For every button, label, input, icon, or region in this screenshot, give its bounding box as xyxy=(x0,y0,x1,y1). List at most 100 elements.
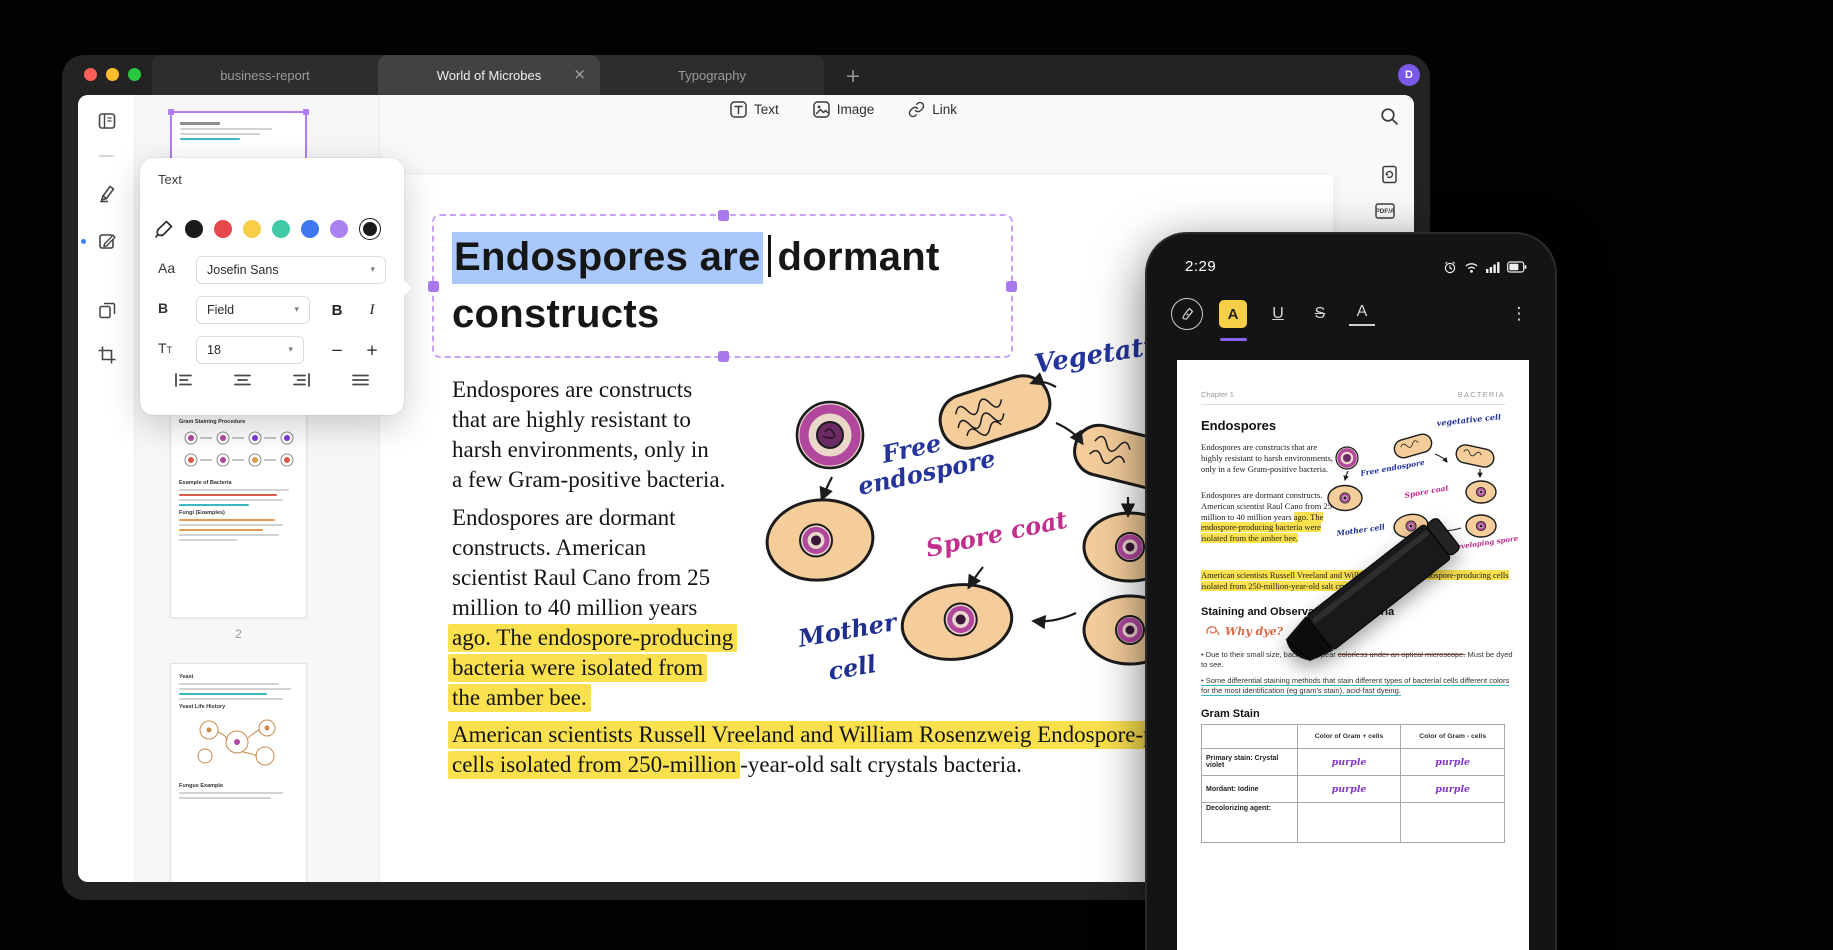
decrease-size-button[interactable]: − xyxy=(323,336,351,364)
body-line: that are highly resistant to xyxy=(452,407,691,432)
font-family-dropdown[interactable]: Josefin Sans ▾ xyxy=(196,256,386,284)
pen-tool-button[interactable] xyxy=(1171,298,1203,330)
color-swatch-blue[interactable] xyxy=(301,220,319,238)
body-line: million to 40 million years xyxy=(452,595,698,620)
thumb-title: Fungus Example xyxy=(179,783,224,789)
font-size-dropdown[interactable]: 18 ▾ xyxy=(196,336,304,364)
tab-typography[interactable]: Typography xyxy=(600,55,824,95)
phone-heading-staining: Staining and Observation of Bacteria xyxy=(1201,606,1395,618)
edit-pdf-button[interactable] xyxy=(95,229,119,253)
active-tool-indicator xyxy=(81,239,86,244)
organize-pages-button[interactable] xyxy=(95,298,119,322)
phone-mockup: 2:29 A U S A ⋮ Chapter 1 BACTERIA Endosp… xyxy=(1145,232,1557,950)
body-line: harsh environments, only in xyxy=(452,437,709,462)
thumbnail-preview-content: Gram Staining Procedure Example of Bacte… xyxy=(171,409,306,550)
yeast-mini-diagram xyxy=(197,719,276,766)
annotate-tool-button[interactable] xyxy=(95,181,119,205)
panel-title: Text xyxy=(158,172,182,187)
color-swatch-red[interactable] xyxy=(214,220,232,238)
size-row-label: TT xyxy=(158,340,173,356)
chevron-down-icon: ▾ xyxy=(370,265,375,275)
resize-handle-top[interactable] xyxy=(717,210,729,221)
label-cell: cell xyxy=(826,649,878,686)
tab-world-of-microbes[interactable]: World of Microbes × xyxy=(378,55,600,95)
table-cell-value: purple xyxy=(1400,748,1505,776)
font-family-row: Aa Josefin Sans ▾ xyxy=(140,256,404,284)
body-line: constructs. American xyxy=(452,535,647,560)
close-window-button[interactable] xyxy=(84,68,97,81)
zoom-window-button[interactable] xyxy=(128,68,141,81)
crop-tool-button[interactable] xyxy=(95,343,119,367)
document-title[interactable]: Endospores are dormant constructs xyxy=(452,229,940,343)
page-refresh-icon xyxy=(1382,165,1397,184)
close-icon[interactable]: × xyxy=(573,65,586,83)
underline-tool-button[interactable]: U xyxy=(1265,300,1291,328)
color-swatch-yellow[interactable] xyxy=(243,220,261,238)
resize-handle-bottom[interactable] xyxy=(717,351,729,362)
highlight-tool-button[interactable]: A xyxy=(1219,300,1247,328)
thumb-title: Yeast Life History xyxy=(179,704,226,710)
pdfa-button[interactable]: PDF/A xyxy=(1375,203,1395,219)
insert-image-button[interactable]: Image xyxy=(813,101,875,118)
edit-pdf-icon xyxy=(99,234,116,249)
title-selected-text: Endospores are xyxy=(452,232,763,284)
paragraph-2[interactable]: Endospores are dormant constructs. Ameri… xyxy=(448,503,738,713)
phone-chapter-label: Chapter 1 xyxy=(1201,390,1234,399)
label-spore-coat: Spore coat xyxy=(923,505,1070,563)
mini-label-spore: Spore coat xyxy=(1404,483,1450,500)
page-thumbnail-3[interactable]: Yeast Yeast Life History Fungus Example xyxy=(170,663,307,882)
align-center-button[interactable] xyxy=(233,372,252,393)
paragraph-1[interactable]: Endospores are constructs that are highl… xyxy=(452,375,725,495)
color-swatch-row xyxy=(154,218,381,240)
italic-button[interactable]: I xyxy=(358,296,386,324)
new-tab-button[interactable]: + xyxy=(840,63,866,89)
tab-business-report[interactable]: business-report xyxy=(152,55,378,95)
reading-mode-button[interactable] xyxy=(95,109,119,133)
text-cursor xyxy=(767,235,771,277)
increase-size-button[interactable]: + xyxy=(358,336,386,364)
color-swatch-purple[interactable] xyxy=(330,220,348,238)
struck-text: colorless under an optical microscope. xyxy=(1337,650,1466,659)
endospore-illustration[interactable]: Vegetative Free endospore Spore coat Mot… xyxy=(738,335,1208,755)
page-thumbnail-2[interactable]: Gram Staining Procedure Example of Bacte… xyxy=(170,408,307,618)
insert-text-button[interactable]: Text xyxy=(730,101,779,118)
marker-pen-icon xyxy=(100,185,115,203)
bold-button[interactable]: B xyxy=(323,296,351,324)
wifi-icon xyxy=(1465,262,1478,273)
color-swatch-selected[interactable] xyxy=(359,218,381,240)
overflow-menu-icon[interactable]: ⋮ xyxy=(1507,300,1531,328)
signal-icon xyxy=(1486,262,1500,273)
table-row: Decolorizing agent: xyxy=(1201,802,1505,843)
minimize-window-button[interactable] xyxy=(106,68,119,81)
strikethrough-tool-button[interactable]: S xyxy=(1307,300,1333,328)
reading-mode-icon xyxy=(98,113,116,129)
table-header: Color of Gram + cells xyxy=(1296,724,1402,749)
table-row: Primary stain: Crystal violet purple pur… xyxy=(1201,748,1505,776)
alarm-icon xyxy=(1444,261,1456,274)
text-tool-icon xyxy=(730,101,747,118)
alignment-row xyxy=(140,372,404,393)
search-button[interactable] xyxy=(1380,107,1399,126)
align-right-button[interactable] xyxy=(292,372,311,393)
text-properties-panel: Text Aa Josefin Sans ▾ B Field ▾ B I TT … xyxy=(140,158,412,415)
align-justify-button[interactable] xyxy=(351,372,370,393)
window-titlebar: business-report World of Microbes × Typo… xyxy=(62,55,1430,95)
avatar[interactable]: D xyxy=(1398,64,1420,86)
color-swatch-teal[interactable] xyxy=(272,220,290,238)
text-color-tool-button[interactable]: A xyxy=(1349,300,1375,326)
body-line: bacteria were isolated from xyxy=(448,653,737,683)
table-row: Mordant: Iodine purple purple xyxy=(1201,775,1505,803)
font-style-dropdown[interactable]: Field ▾ xyxy=(196,296,310,324)
phone-highlighted-text: American scientists Russell Vreeland and… xyxy=(1201,570,1509,591)
resize-handle-right[interactable] xyxy=(1006,281,1017,292)
pdfa-label: PDF/A xyxy=(1375,208,1395,215)
page-refresh-button[interactable] xyxy=(1380,165,1399,184)
align-left-button[interactable] xyxy=(174,372,193,393)
gram-stain-mini-diagram xyxy=(184,431,294,467)
color-swatch-black[interactable] xyxy=(185,220,203,238)
insert-link-button[interactable]: Link xyxy=(908,101,957,118)
resize-handle-left[interactable] xyxy=(428,281,439,292)
insert-link-label: Link xyxy=(932,102,958,117)
insert-image-label: Image xyxy=(836,102,875,117)
title-after-text: dormant xyxy=(777,235,940,279)
